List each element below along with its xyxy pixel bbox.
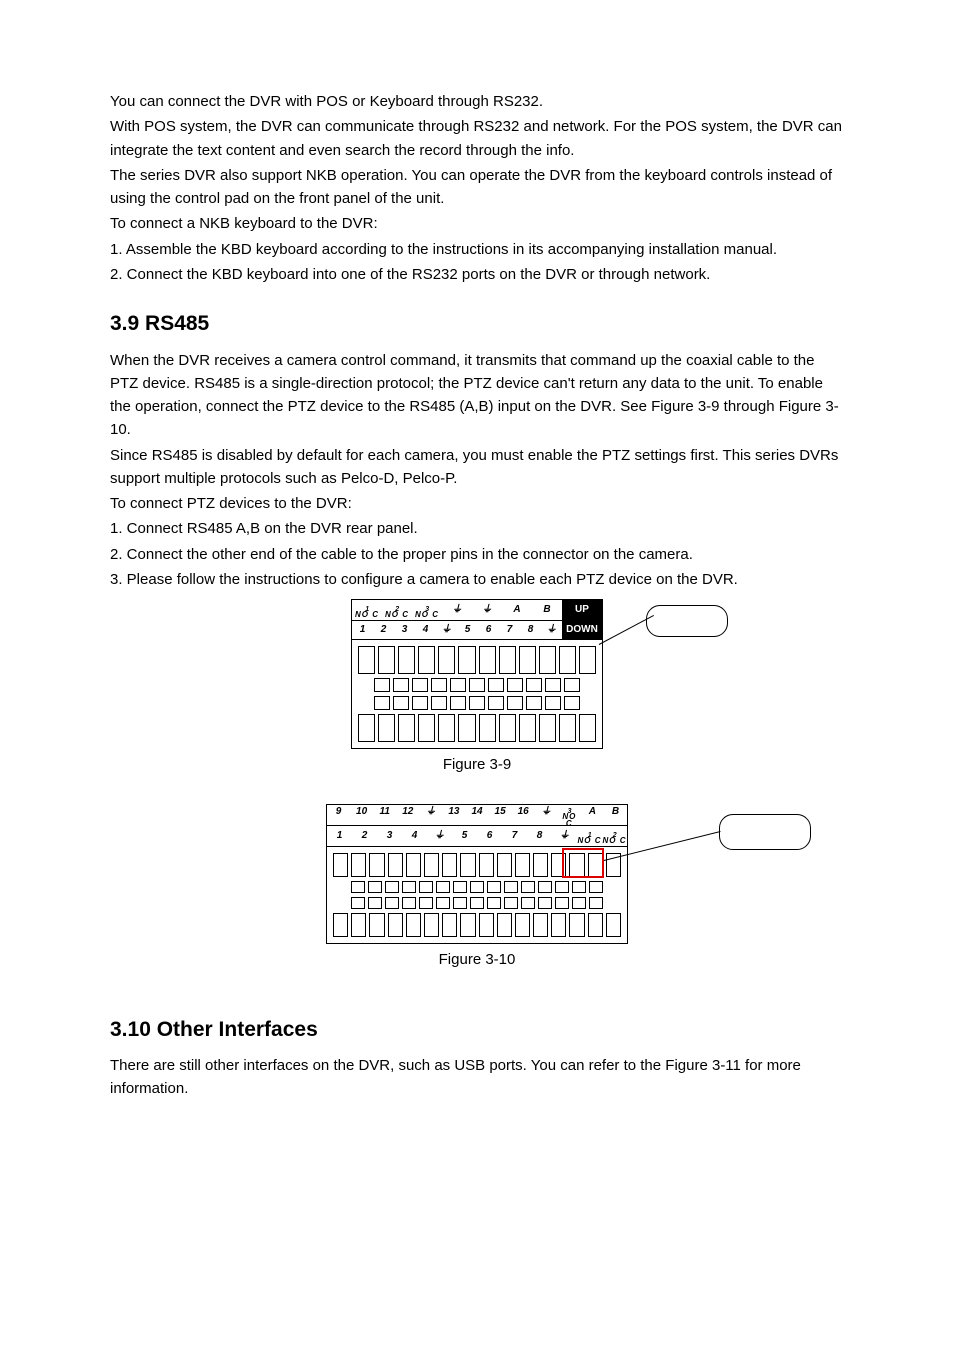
fig39-bot-6: 6 — [478, 622, 499, 638]
fig39-callout — [646, 605, 728, 637]
fig310-bot-7: 7 — [502, 828, 527, 845]
fig39-bot-8: 8 — [520, 622, 541, 638]
figure-3-10: 9 10 11 12 ⏚ 13 14 15 16 ⏚ 3NO C A B — [110, 804, 844, 991]
fig310-top-9: ⏚ — [535, 804, 558, 827]
fig39-top-0: NO C — [355, 612, 379, 618]
fig310-bot-1: 2 — [352, 828, 377, 845]
document-page: You can connect the DVR with POS or Keyb… — [0, 0, 954, 1163]
fig39-bot-3: 4 — [415, 622, 436, 638]
fig310-top-4: ⏚ — [419, 804, 442, 827]
fig39-top-3: ⏚ — [442, 602, 472, 619]
fig39-top-5: A — [502, 602, 532, 619]
fig310-top-5: 13 — [442, 804, 465, 827]
fig310-bot-10: NO C — [578, 838, 602, 844]
intro-p1: You can connect the DVR with POS or Keyb… — [110, 90, 844, 113]
fig39-pinrow-3 — [358, 696, 596, 710]
fig310-bot-2: 3 — [377, 828, 402, 845]
fig310-top-3: 12 — [396, 804, 419, 827]
fig310-pinrow-3 — [333, 897, 621, 909]
fig39-bot-4: ⏚ — [436, 622, 457, 638]
sec39-p3: To connect PTZ devices to the DVR: — [110, 492, 844, 515]
fig310-bot-5: 5 — [452, 828, 477, 845]
fig39-down-label: DOWN — [562, 621, 602, 639]
sec310-p1: There are still other interfaces on the … — [110, 1054, 844, 1101]
heading-3-9: 3.9 RS485 — [110, 308, 844, 341]
intro-p6: 2. Connect the KBD keyboard into one of … — [110, 263, 844, 286]
sec39-p6: 3. Please follow the instructions to con… — [110, 568, 844, 591]
fig310-bot-3: 4 — [402, 828, 427, 845]
fig310-top-11: A — [581, 804, 604, 827]
fig310-top-12: B — [604, 804, 627, 827]
sec39-p5: 2. Connect the other end of the cable to… — [110, 543, 844, 566]
fig310-top-2: 11 — [373, 804, 396, 827]
fig39-callout-line — [599, 615, 654, 645]
sec39-p1: When the DVR receives a camera control c… — [110, 349, 844, 442]
figure-3-9: 1NO C 2NO C 3NO C ⏚ ⏚ A B UP 1 2 3 — [110, 599, 844, 796]
fig39-bot-2: 3 — [394, 622, 415, 638]
intro-p5: 1. Assemble the KBD keyboard according t… — [110, 238, 844, 261]
fig39-bot-5: 5 — [457, 622, 478, 638]
sec39-p4: 1. Connect RS485 A,B on the DVR rear pan… — [110, 517, 844, 540]
fig39-top-1: NO C — [385, 612, 409, 618]
heading-3-10: 3.10 Other Interfaces — [110, 1014, 844, 1047]
fig39-pinrow-1 — [358, 646, 596, 674]
fig39-top-4: ⏚ — [472, 602, 502, 619]
fig310-bot-0: 1 — [327, 828, 352, 845]
fig310-pinrow-4 — [333, 913, 621, 937]
fig310-bot-8: 8 — [527, 828, 552, 845]
fig310-pinrow-1 — [333, 853, 621, 877]
intro-p3: The series DVR also support NKB operatio… — [110, 164, 844, 211]
fig39-pinrow-4 — [358, 714, 596, 742]
fig310-top-6: 14 — [465, 804, 488, 827]
fig39-up-label: UP — [562, 600, 602, 620]
fig39-top-6: B — [532, 602, 562, 619]
fig310-top-8: 16 — [512, 804, 535, 827]
fig310-top-1: 10 — [350, 804, 373, 827]
fig39-top-2: NO C — [415, 612, 439, 618]
fig310-bot-4: ⏚ — [427, 828, 452, 845]
fig310-bot-11: NO C — [603, 838, 627, 844]
fig310-top-10: NO C — [558, 814, 581, 827]
fig310-top-7: 15 — [489, 804, 512, 827]
fig39-bot-9: ⏚ — [541, 622, 562, 638]
fig39-bot-7: 7 — [499, 622, 520, 638]
fig39-bot-1: 2 — [373, 622, 394, 638]
fig310-bot-6: 6 — [477, 828, 502, 845]
fig310-pinrow-2 — [333, 881, 621, 893]
fig39-bot-0: 1 — [352, 622, 373, 638]
sec39-p2: Since RS485 is disabled by default for e… — [110, 444, 844, 491]
fig310-caption: Figure 3-10 — [439, 948, 516, 971]
fig310-callout — [719, 814, 811, 850]
intro-p4: To connect a NKB keyboard to the DVR: — [110, 212, 844, 235]
fig39-pinrow-2 — [358, 678, 596, 692]
fig39-caption: Figure 3-9 — [443, 753, 511, 776]
fig310-bot-9: ⏚ — [552, 828, 577, 845]
fig310-top-0: 9 — [327, 804, 350, 827]
intro-p2: With POS system, the DVR can communicate… — [110, 115, 844, 162]
